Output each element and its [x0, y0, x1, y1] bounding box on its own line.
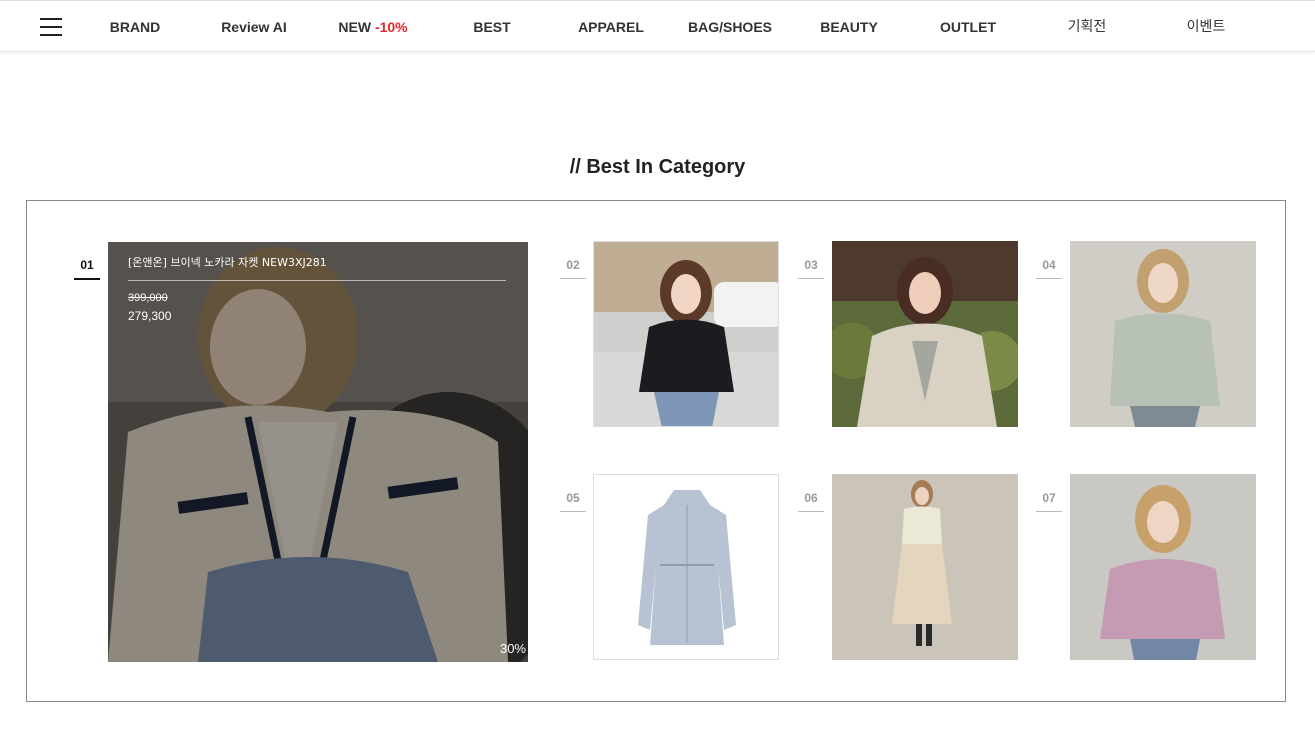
nav-item-events[interactable]: 이벤트	[1146, 1, 1266, 53]
product-image-06	[832, 474, 1018, 660]
featured-product-card[interactable]: [온앤온] 브이넥 노카라 자켓 NEW3XJ281 399,000 279,3…	[108, 242, 528, 662]
product-thumb-02[interactable]	[593, 241, 779, 427]
featured-sale-price: 279,300	[128, 309, 172, 323]
nav-item-best[interactable]: BEST	[432, 1, 552, 53]
rank-label-03[interactable]: 03	[798, 258, 824, 279]
nav-item-brand[interactable]: BRAND	[75, 1, 195, 53]
nav-item-apparel[interactable]: APPAREL	[551, 1, 671, 53]
product-image-05	[594, 475, 778, 659]
product-image-07	[1070, 474, 1256, 660]
rank-label-06[interactable]: 06	[798, 491, 824, 512]
nav-new-discount-badge: -10%	[374, 19, 408, 35]
nav-item-new[interactable]: NEW -10%	[313, 1, 433, 53]
featured-product-name: [온앤온] 브이넥 노카라 자켓 NEW3XJ281	[128, 256, 327, 269]
featured-divider	[128, 280, 506, 281]
rank-label-05[interactable]: 05	[560, 491, 586, 512]
product-thumb-03[interactable]	[832, 241, 1018, 427]
product-image-04	[1070, 241, 1256, 427]
featured-discount-rate: 30%	[499, 641, 526, 656]
product-thumb-06[interactable]	[832, 474, 1018, 660]
product-thumb-05[interactable]	[593, 474, 779, 660]
product-thumb-07[interactable]	[1070, 474, 1256, 660]
rank-label-04[interactable]: 04	[1036, 258, 1062, 279]
product-image-03	[832, 241, 1018, 427]
section-title: // Best In Category	[569, 156, 746, 178]
nav-item-bag-shoes[interactable]: BAG/SHOES	[670, 1, 790, 53]
rank-label-07[interactable]: 07	[1036, 491, 1062, 512]
nav-item-review-ai[interactable]: Review AI	[194, 1, 314, 53]
rank-label-01[interactable]: 01	[74, 258, 100, 280]
nav-item-promotions[interactable]: 기획전	[1027, 1, 1147, 53]
product-image-02	[594, 242, 778, 426]
featured-original-price: 399,000	[128, 292, 168, 304]
menu-icon[interactable]	[40, 18, 62, 36]
rank-label-02[interactable]: 02	[560, 258, 586, 279]
product-thumb-04[interactable]	[1070, 241, 1256, 427]
featured-overlay	[108, 242, 528, 662]
nav-item-outlet[interactable]: OUTLET	[908, 1, 1028, 53]
nav-item-new-label: NEW	[338, 19, 372, 35]
nav-item-beauty[interactable]: BEAUTY	[789, 1, 909, 53]
top-nav: BRAND Review AI NEW -10% BEST APPAREL BA…	[0, 0, 1315, 52]
